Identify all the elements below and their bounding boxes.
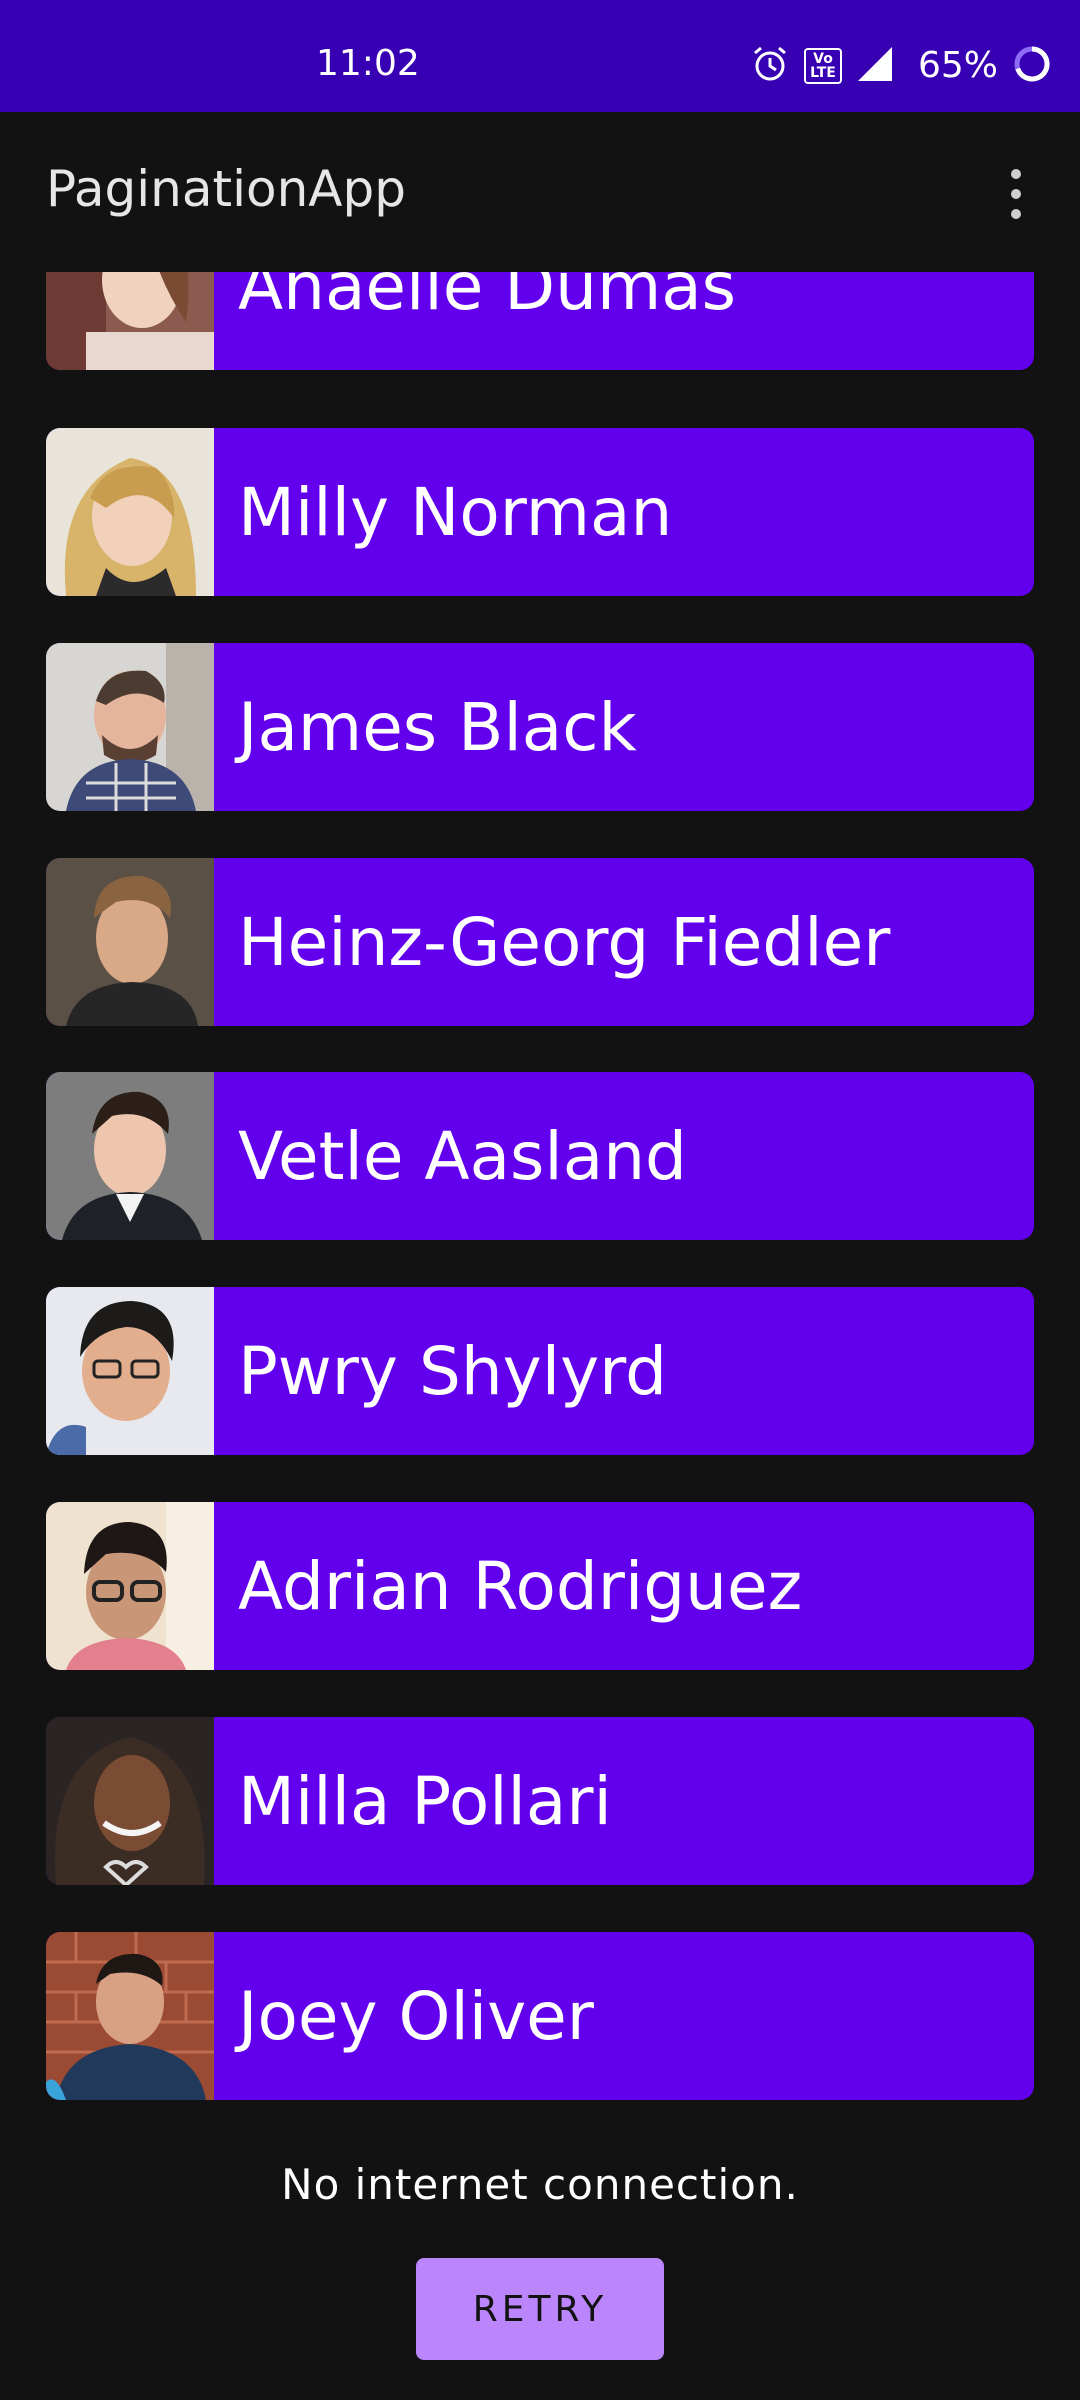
- error-message: No internet connection.: [281, 2160, 799, 2209]
- avatar: [46, 1502, 214, 1670]
- avatar: [46, 858, 214, 1026]
- avatar: [46, 272, 214, 370]
- list-item[interactable]: Heinz-Georg Fiedler: [46, 858, 1034, 1026]
- user-name: Adrian Rodriguez: [238, 1547, 803, 1625]
- volte-icon: Vo LTE: [803, 48, 842, 84]
- user-name: Milly Norman: [238, 473, 673, 551]
- list-item[interactable]: Milla Pollari: [46, 1717, 1034, 1885]
- status-time: 11:02: [316, 43, 420, 84]
- list-item[interactable]: James Black: [46, 643, 1034, 811]
- user-list[interactable]: Anaelle Dumas Milly Norman James Black H…: [0, 272, 1080, 2112]
- battery-level: 65%: [917, 45, 998, 86]
- user-name: Heinz-Georg Fiedler: [238, 903, 891, 981]
- signal-icon: [856, 45, 894, 87]
- user-name: Vetle Aasland: [238, 1117, 687, 1195]
- list-item[interactable]: Adrian Rodriguez: [46, 1502, 1034, 1670]
- app-title: PaginationApp: [46, 160, 406, 218]
- status-bar: 11:02 Vo LTE 65%: [0, 0, 1080, 112]
- user-name: Milla Pollari: [238, 1762, 612, 1840]
- avatar: [46, 1717, 214, 1885]
- avatar: [46, 1287, 214, 1455]
- user-name: Joey Oliver: [238, 1977, 594, 2055]
- status-icons: Vo LTE 65%: [736, 46, 1052, 86]
- avatar: [46, 643, 214, 811]
- list-item[interactable]: Vetle Aasland: [46, 1072, 1034, 1240]
- list-item[interactable]: Joey Oliver: [46, 1932, 1034, 2100]
- avatar: [46, 1072, 214, 1240]
- avatar: [46, 1932, 214, 2100]
- list-item[interactable]: Anaelle Dumas: [46, 272, 1034, 370]
- more-vert-icon[interactable]: [1004, 168, 1028, 220]
- retry-button[interactable]: RETRY: [416, 2258, 664, 2360]
- user-name: Anaelle Dumas: [238, 272, 737, 325]
- battery-icon: [1012, 44, 1052, 88]
- list-item[interactable]: Pwry Shylyrd: [46, 1287, 1034, 1455]
- user-name: Pwry Shylyrd: [238, 1332, 667, 1410]
- alarm-icon: [750, 44, 790, 88]
- avatar: [46, 428, 214, 596]
- app-bar: PaginationApp: [0, 112, 1080, 272]
- list-item[interactable]: Milly Norman: [46, 428, 1034, 596]
- user-name: James Black: [238, 688, 637, 766]
